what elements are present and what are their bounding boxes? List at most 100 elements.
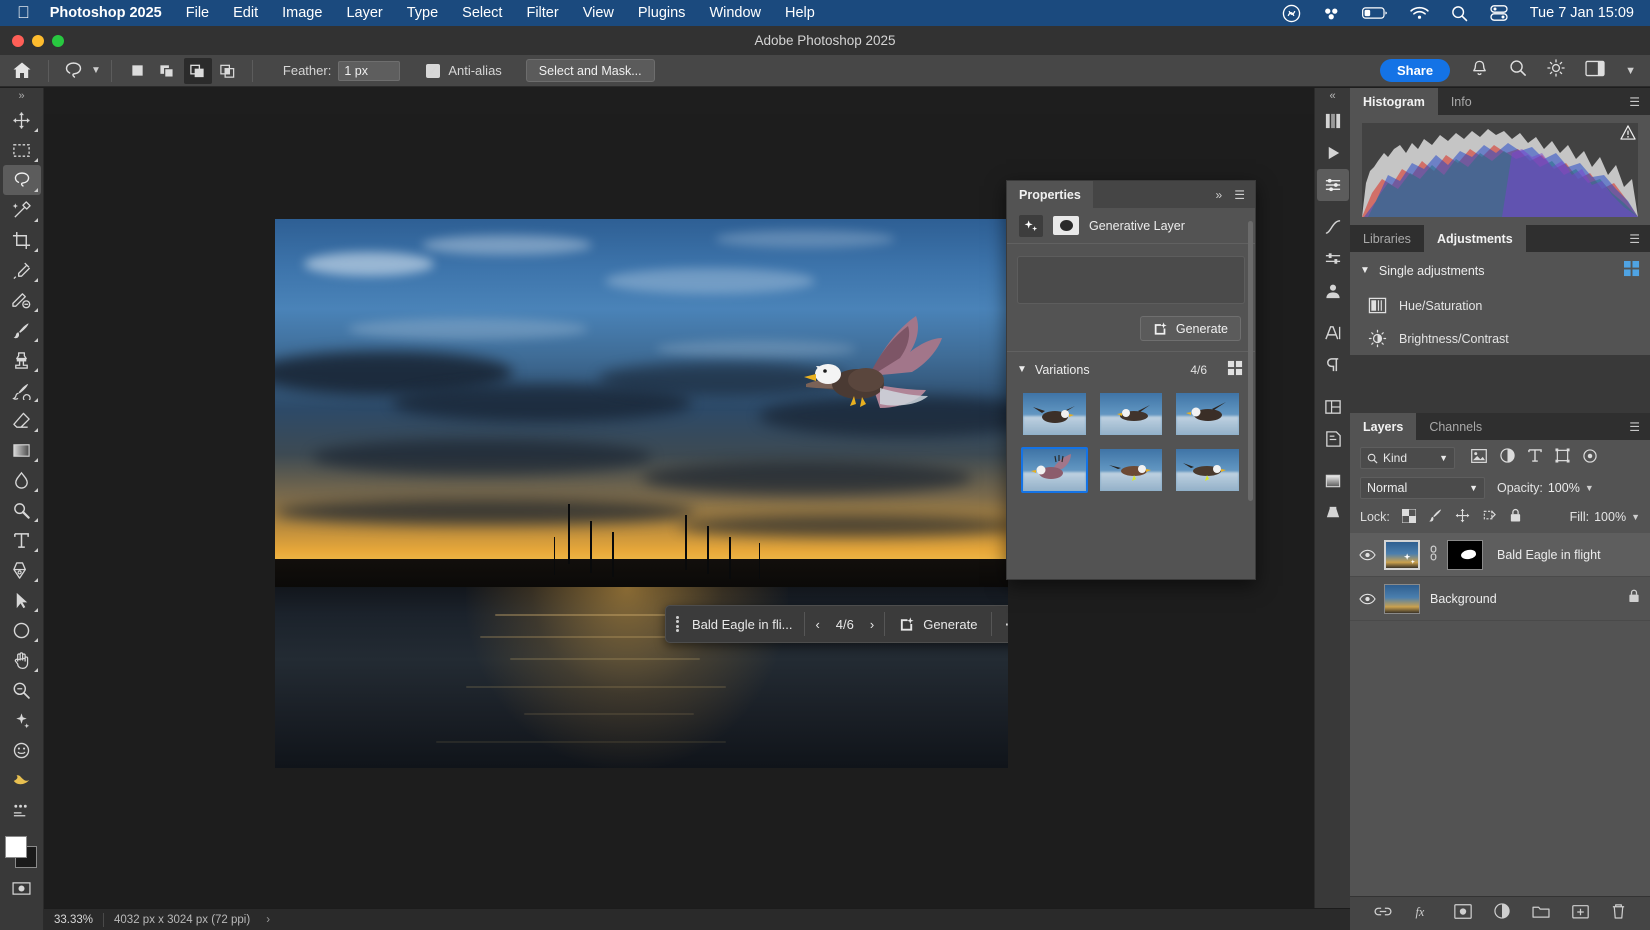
creative-cloud-icon[interactable] xyxy=(1282,4,1301,23)
generate-button[interactable]: Generate xyxy=(1140,316,1241,341)
variation-thumb-5[interactable] xyxy=(1098,447,1165,493)
foreground-color-swatch[interactable] xyxy=(5,836,27,858)
tool-expand-triangle[interactable] xyxy=(34,218,38,222)
add-to-selection-icon[interactable] xyxy=(154,58,182,84)
shape-filter-icon[interactable] xyxy=(1555,448,1570,468)
pixel-filter-icon[interactable] xyxy=(1471,449,1487,468)
properties-scrollbar[interactable] xyxy=(1248,221,1253,501)
tab-channels[interactable]: Channels xyxy=(1416,413,1495,440)
menu-clock[interactable]: Tue 7 Jan 15:09 xyxy=(1530,5,1634,21)
banana-tool[interactable] xyxy=(3,765,41,795)
menu-item-window[interactable]: Window xyxy=(709,5,761,21)
tool-expand-triangle[interactable] xyxy=(34,488,38,492)
properties-panel[interactable]: Properties » ☰ Generative Layer Generate xyxy=(1006,180,1256,580)
single-adjustments-section[interactable]: ▼ Single adjustments xyxy=(1350,252,1650,289)
pen-tool[interactable] xyxy=(3,555,41,585)
table-row[interactable]: Background xyxy=(1350,577,1650,621)
search-icon[interactable] xyxy=(1509,59,1527,82)
apple-icon[interactable]:  xyxy=(17,4,30,21)
intersect-selection-icon[interactable] xyxy=(214,58,242,84)
layer-name[interactable]: Bald Eagle in flight xyxy=(1497,548,1601,562)
chevron-down-icon[interactable]: ▼ xyxy=(1439,453,1448,463)
generative-layer-icon[interactable] xyxy=(1019,215,1043,237)
quick-mask-icon[interactable] xyxy=(3,873,41,903)
panel-menu-icon[interactable]: ☰ xyxy=(1629,95,1650,109)
tool-expand-triangle[interactable] xyxy=(34,278,38,282)
chevron-down-icon[interactable]: ▼ xyxy=(1469,483,1478,493)
link-mask-icon[interactable] xyxy=(1428,545,1439,564)
table-row[interactable]: Bald Eagle in flight xyxy=(1350,533,1650,577)
tool-expand-triangle[interactable] xyxy=(34,188,38,192)
tab-layers[interactable]: Layers xyxy=(1350,413,1416,440)
generative-fill-tool[interactable] xyxy=(3,705,41,735)
chevron-down-icon[interactable]: ▼ xyxy=(1360,265,1370,276)
opacity-value[interactable]: 100% xyxy=(1548,481,1580,495)
tool-expand-triangle[interactable] xyxy=(34,368,38,372)
chevron-left-icon[interactable]: ‹ xyxy=(815,617,819,632)
contextual-taskbar[interactable]: Bald Eagle in fli... ‹ 4/6 › Generate ⋯ xyxy=(665,605,1008,643)
menu-item-view[interactable]: View xyxy=(583,5,614,21)
rail-collapse-handle[interactable]: « xyxy=(1329,90,1335,105)
notes-panel-icon[interactable] xyxy=(1317,423,1349,455)
active-tool-preset[interactable]: ▼ xyxy=(53,55,107,87)
layer-kind-filter[interactable]: Kind ▼ xyxy=(1360,447,1455,469)
tab-info[interactable]: Info xyxy=(1438,88,1485,115)
eyedropper-tool[interactable] xyxy=(3,255,41,285)
tab-histogram[interactable]: Histogram xyxy=(1350,88,1438,115)
select-and-mask-button[interactable]: Select and Mask... xyxy=(526,59,655,82)
rectangular-marquee-tool[interactable] xyxy=(3,135,41,165)
variation-thumb-1[interactable] xyxy=(1021,391,1088,437)
layer-comps-icon[interactable] xyxy=(1317,391,1349,423)
adjustments-panel[interactable]: ▼ Single adjustments Hue/Saturation Brig… xyxy=(1350,252,1650,355)
color-swatches[interactable] xyxy=(2,833,42,873)
variation-thumb-6[interactable] xyxy=(1174,447,1241,493)
menu-item-file[interactable]: File xyxy=(186,5,209,21)
tool-expand-triangle[interactable] xyxy=(34,428,38,432)
zoom-level[interactable]: 33.33% xyxy=(44,914,103,926)
layer-thumbnail[interactable] xyxy=(1384,584,1420,614)
layer-style-icon[interactable]: fx xyxy=(1414,904,1432,924)
variation-thumb-2[interactable] xyxy=(1098,391,1165,437)
spotlight-search-icon[interactable] xyxy=(1451,5,1468,22)
remove-tool[interactable] xyxy=(3,285,41,315)
menu-item-layer[interactable]: Layer xyxy=(346,5,382,21)
type-tool[interactable] xyxy=(3,525,41,555)
smile-tool[interactable] xyxy=(3,735,41,765)
lock-position-icon[interactable] xyxy=(1455,508,1470,526)
taskbar-prompt-text[interactable]: Bald Eagle in fli... xyxy=(684,617,804,632)
chevron-down-icon[interactable]: ▼ xyxy=(1017,364,1027,375)
new-layer-icon[interactable] xyxy=(1572,904,1589,924)
character-panel-icon[interactable] xyxy=(1317,317,1349,349)
tool-expand-triangle[interactable] xyxy=(34,128,38,132)
layers-panel[interactable]: Layers Channels ☰ Kind ▼ xyxy=(1350,413,1650,930)
workspace-icon[interactable] xyxy=(1585,60,1605,82)
antialias-checkbox[interactable]: ✓ Anti-alias xyxy=(426,63,501,78)
wifi-icon[interactable] xyxy=(1410,6,1429,20)
eye-icon[interactable] xyxy=(1358,593,1376,605)
cached-data-warning-icon[interactable] xyxy=(1620,125,1636,143)
lock-transparent-pixels-icon[interactable] xyxy=(1402,509,1416,526)
edit-toolbar-tool[interactable] xyxy=(3,795,41,825)
home-icon[interactable] xyxy=(0,55,44,87)
adjustment-item-hue-saturation[interactable]: Hue/Saturation xyxy=(1350,289,1650,322)
color-panel-icon[interactable] xyxy=(1317,105,1349,137)
document-image[interactable]: Bald Eagle in fli... ‹ 4/6 › Generate ⋯ xyxy=(275,219,1008,768)
path-selection-tool[interactable] xyxy=(3,585,41,615)
subtract-from-selection-icon[interactable] xyxy=(184,58,212,84)
history-brush-tool[interactable] xyxy=(3,375,41,405)
blend-mode-select[interactable]: Normal ▼ xyxy=(1360,477,1485,499)
menu-item-type[interactable]: Type xyxy=(407,5,438,21)
variation-thumb-3[interactable] xyxy=(1174,391,1241,437)
menu-item-help[interactable]: Help xyxy=(785,5,815,21)
menu-item-edit[interactable]: Edit xyxy=(233,5,258,21)
brightness-icon[interactable] xyxy=(1547,59,1565,82)
clone-stamp-tool[interactable] xyxy=(3,345,41,375)
drag-handle-icon[interactable] xyxy=(666,614,684,634)
more-options-icon[interactable]: ⋯ xyxy=(992,615,1008,633)
battery-icon[interactable] xyxy=(1362,6,1388,20)
fill-control[interactable]: Fill: 100% ▼ xyxy=(1570,510,1640,524)
tool-expand-triangle[interactable] xyxy=(34,248,38,252)
tool-expand-triangle[interactable] xyxy=(34,518,38,522)
bell-icon[interactable] xyxy=(1470,59,1489,83)
chevron-down-icon[interactable]: ▼ xyxy=(91,65,101,76)
